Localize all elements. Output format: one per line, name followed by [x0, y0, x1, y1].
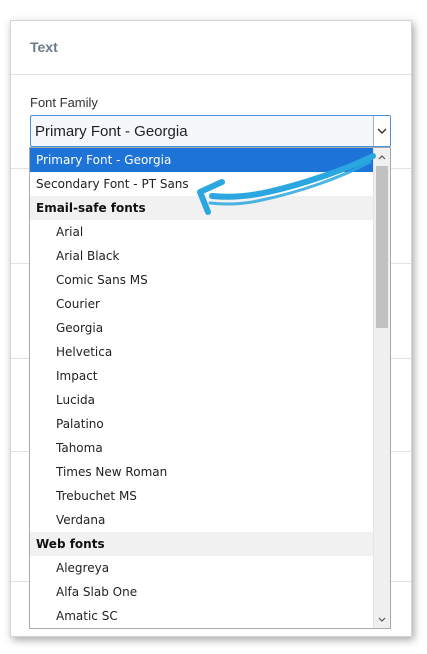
option-group-header: Web fonts [30, 532, 374, 556]
font-option[interactable]: Impact [30, 364, 374, 388]
font-option[interactable]: Arial Black [30, 244, 374, 268]
font-option[interactable]: Tahoma [30, 436, 374, 460]
font-option-list: Primary Font - Georgia Secondary Font - P… [30, 148, 374, 628]
font-option[interactable]: Alegreya [30, 556, 374, 580]
option-group-header: Email-safe fonts [30, 196, 374, 220]
font-option[interactable]: Palatino [30, 412, 374, 436]
dropdown-scrollbar[interactable] [373, 148, 390, 628]
font-option[interactable]: Secondary Font - PT Sans [30, 172, 374, 196]
font-family-select[interactable]: Primary Font - Georgia [30, 115, 391, 147]
font-option[interactable]: Times New Roman [30, 460, 374, 484]
font-family-selected-value: Primary Font - Georgia [35, 123, 188, 140]
scrollbar-thumb[interactable] [376, 166, 388, 328]
font-family-label: Font Family [30, 95, 98, 110]
font-option[interactable]: Trebuchet MS [30, 484, 374, 508]
scroll-up-icon[interactable] [374, 149, 390, 165]
font-option[interactable]: Primary Font - Georgia [30, 148, 374, 172]
font-option[interactable]: Arial [30, 220, 374, 244]
font-option[interactable]: Verdana [30, 508, 374, 532]
font-option[interactable]: Georgia [30, 316, 374, 340]
font-option[interactable]: Amatic SC [30, 604, 374, 628]
panel-title: Text [30, 39, 58, 55]
font-option[interactable]: Courier [30, 292, 374, 316]
font-option[interactable]: Lucida [30, 388, 374, 412]
title-divider [11, 74, 411, 75]
scroll-down-icon[interactable] [374, 611, 390, 627]
font-family-dropdown[interactable]: Primary Font - Georgia Secondary Font - P… [29, 147, 391, 629]
chevron-down-icon[interactable] [373, 116, 390, 146]
font-option[interactable]: Comic Sans MS [30, 268, 374, 292]
font-option[interactable]: Alfa Slab One [30, 580, 374, 604]
font-option[interactable]: Helvetica [30, 340, 374, 364]
